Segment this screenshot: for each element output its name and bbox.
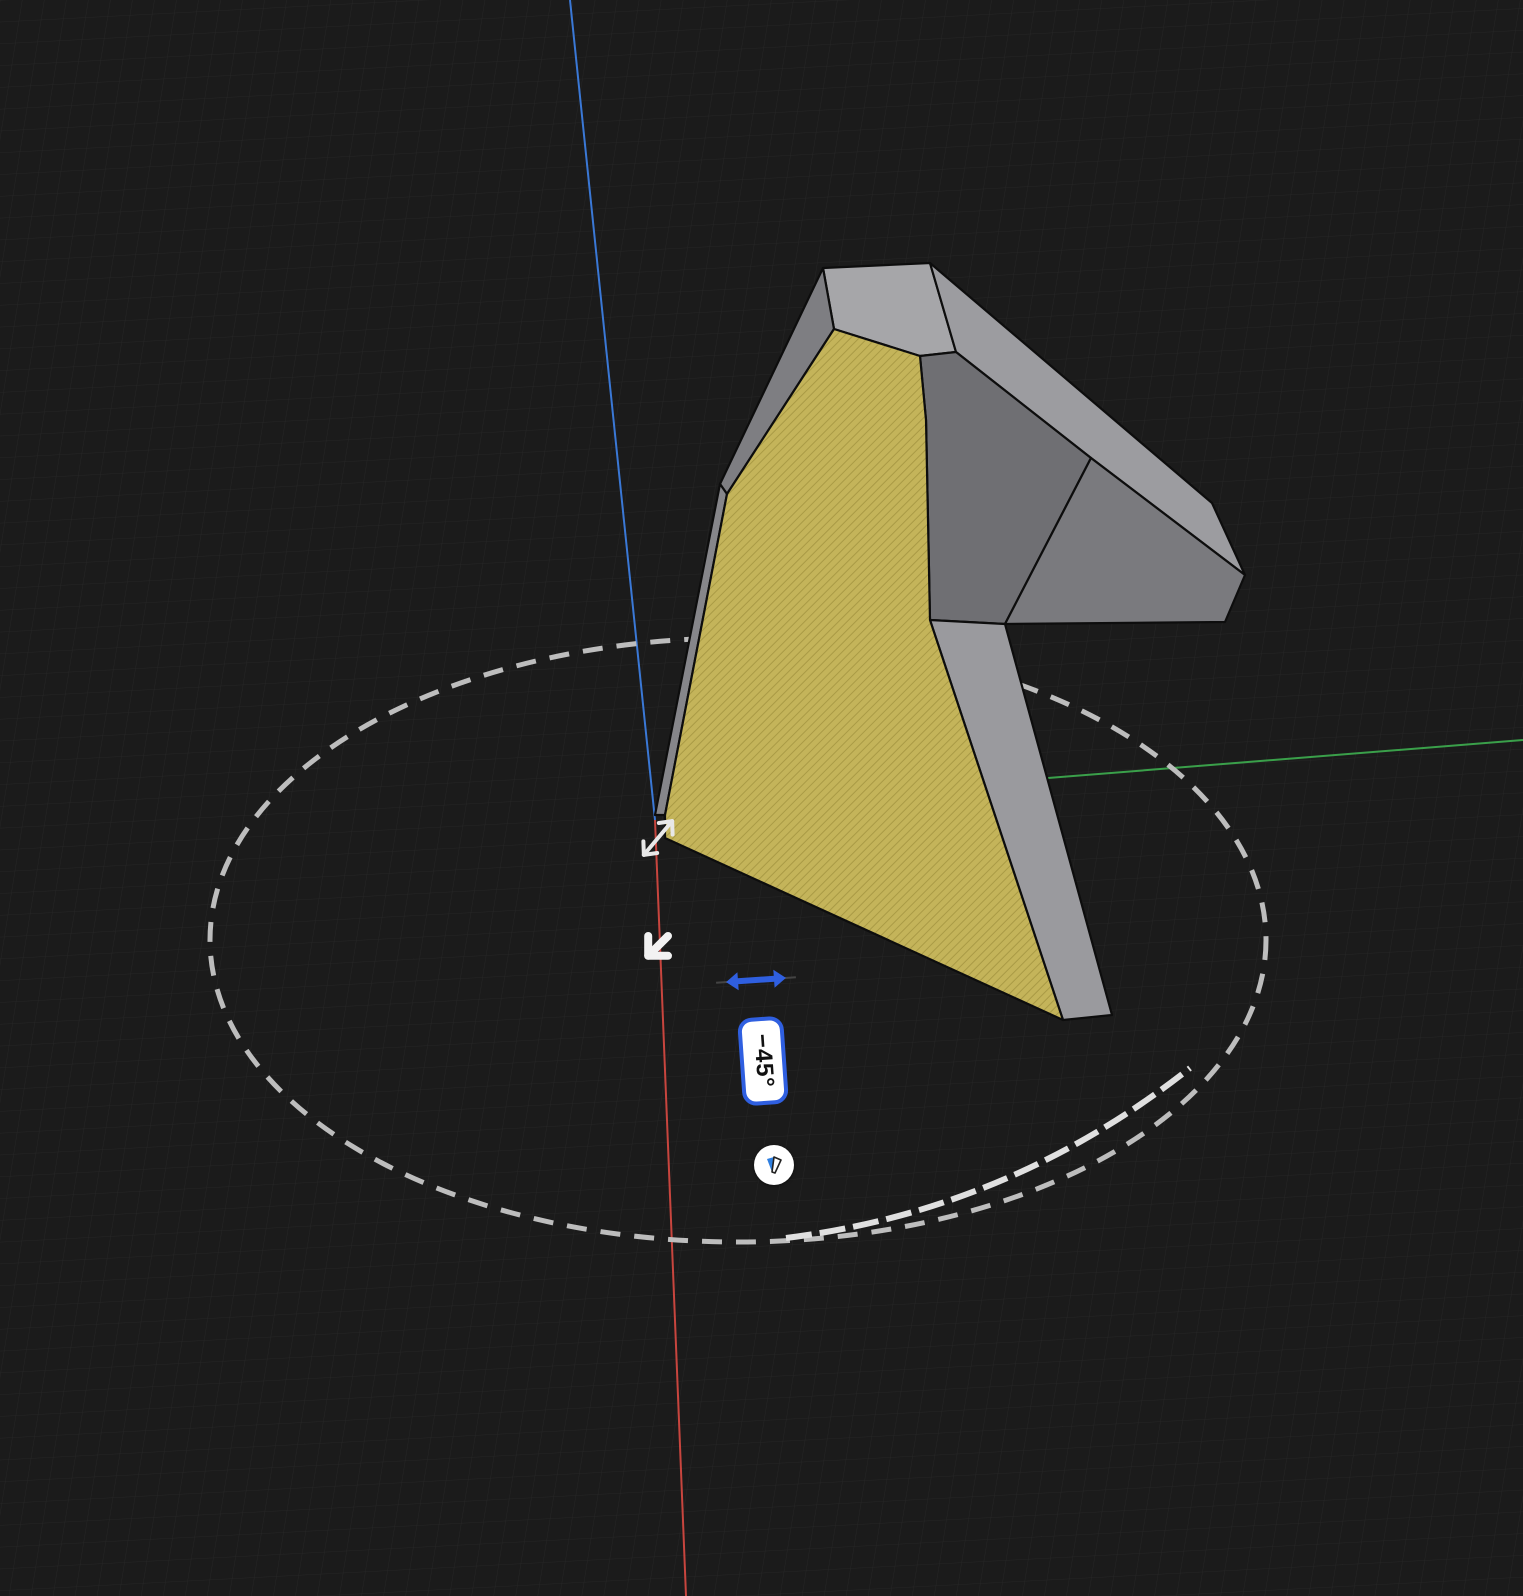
angle-readout[interactable]: −45° [736, 1015, 790, 1107]
viewport-scene[interactable] [0, 0, 1523, 1596]
angle-value: −45° [748, 1032, 779, 1089]
3d-viewport[interactable]: −45° [0, 0, 1523, 1596]
snap-toggle-icon [767, 1156, 782, 1174]
snap-toggle-button[interactable] [754, 1145, 794, 1185]
